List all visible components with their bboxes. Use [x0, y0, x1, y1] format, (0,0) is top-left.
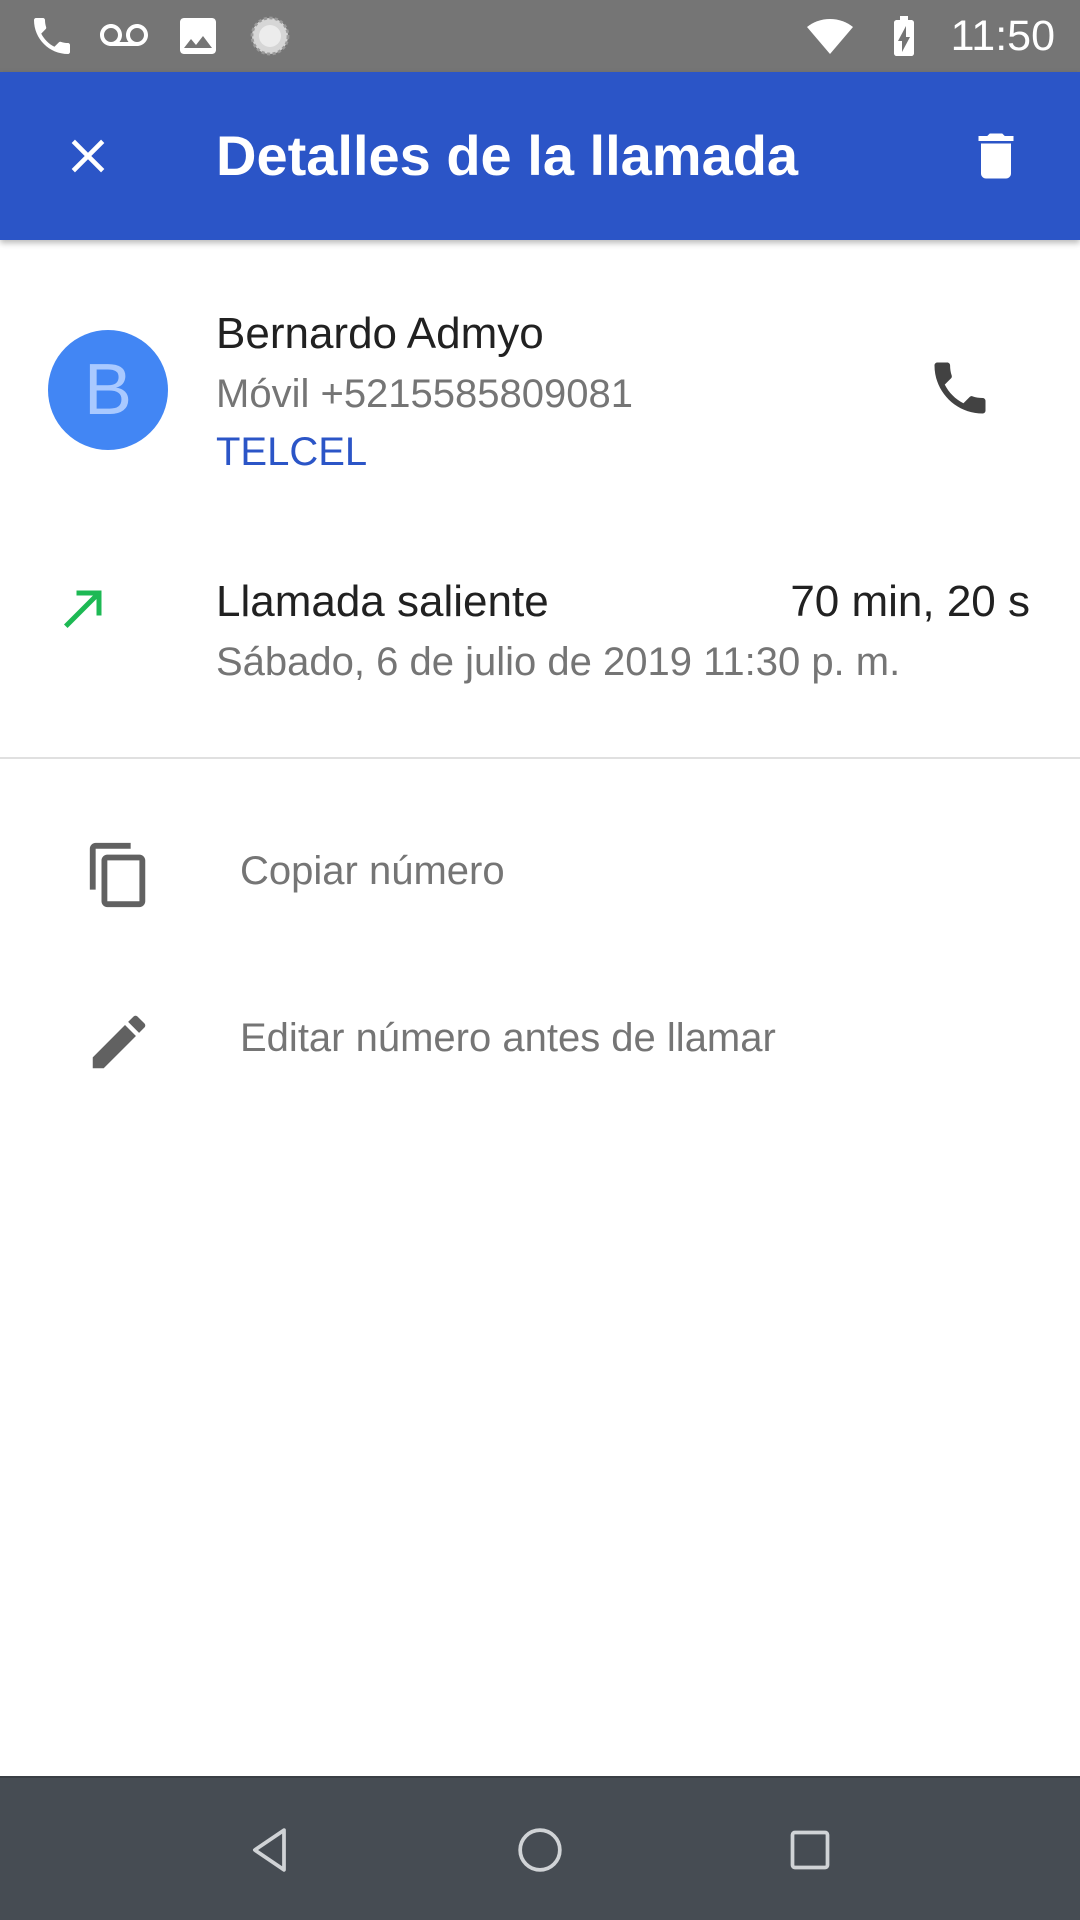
- call-date: Sábado, 6 de julio de 2019 11:30 p. m.: [216, 640, 901, 684]
- outgoing-arrow-icon: [64, 590, 102, 628]
- back-icon: [252, 1828, 286, 1872]
- status-clock: 11:50: [950, 12, 1055, 60]
- copy-number-label: Copiar número: [240, 849, 505, 893]
- page-title: Detalles de la llamada: [216, 124, 799, 187]
- copy-number-button[interactable]: Copiar número: [0, 795, 1080, 945]
- edit-number-label: Editar número antes de llamar: [240, 1016, 776, 1060]
- trash-icon: [978, 133, 1014, 179]
- phone-icon: [34, 18, 70, 54]
- contact-carrier: TELCEL: [216, 430, 368, 474]
- close-button[interactable]: [44, 112, 132, 200]
- close-icon: [71, 139, 105, 173]
- wifi-icon: [807, 19, 853, 54]
- contact-name: Bernardo Admyo: [216, 309, 544, 358]
- back-button[interactable]: [230, 1810, 310, 1890]
- call-duration: 70 min, 20 s: [790, 577, 1030, 626]
- navigation-bar: [0, 1776, 1080, 1920]
- divider: [0, 757, 1080, 759]
- call-type: Llamada saliente: [216, 577, 549, 626]
- avatar: B: [48, 330, 168, 450]
- voicemail-icon: [100, 24, 148, 46]
- recents-icon: [790, 1830, 830, 1870]
- recents-button[interactable]: [770, 1810, 850, 1890]
- home-icon: [518, 1828, 562, 1872]
- edit-icon: [92, 1015, 146, 1069]
- status-bar: 11:50: [0, 0, 1080, 72]
- battery-charging-icon: [894, 16, 914, 56]
- edit-number-button[interactable]: Editar número antes de llamar: [0, 962, 1080, 1112]
- image-icon: [180, 18, 216, 54]
- sync-icon: [250, 16, 290, 56]
- app-bar: Detalles de la llamada: [0, 72, 1080, 240]
- delete-button[interactable]: [952, 112, 1040, 200]
- copy-icon: [89, 842, 146, 908]
- call-button[interactable]: [916, 344, 1004, 432]
- home-button[interactable]: [500, 1810, 580, 1890]
- phone-icon: [934, 362, 986, 414]
- contact-number: Móvil +5215585809081: [216, 372, 634, 416]
